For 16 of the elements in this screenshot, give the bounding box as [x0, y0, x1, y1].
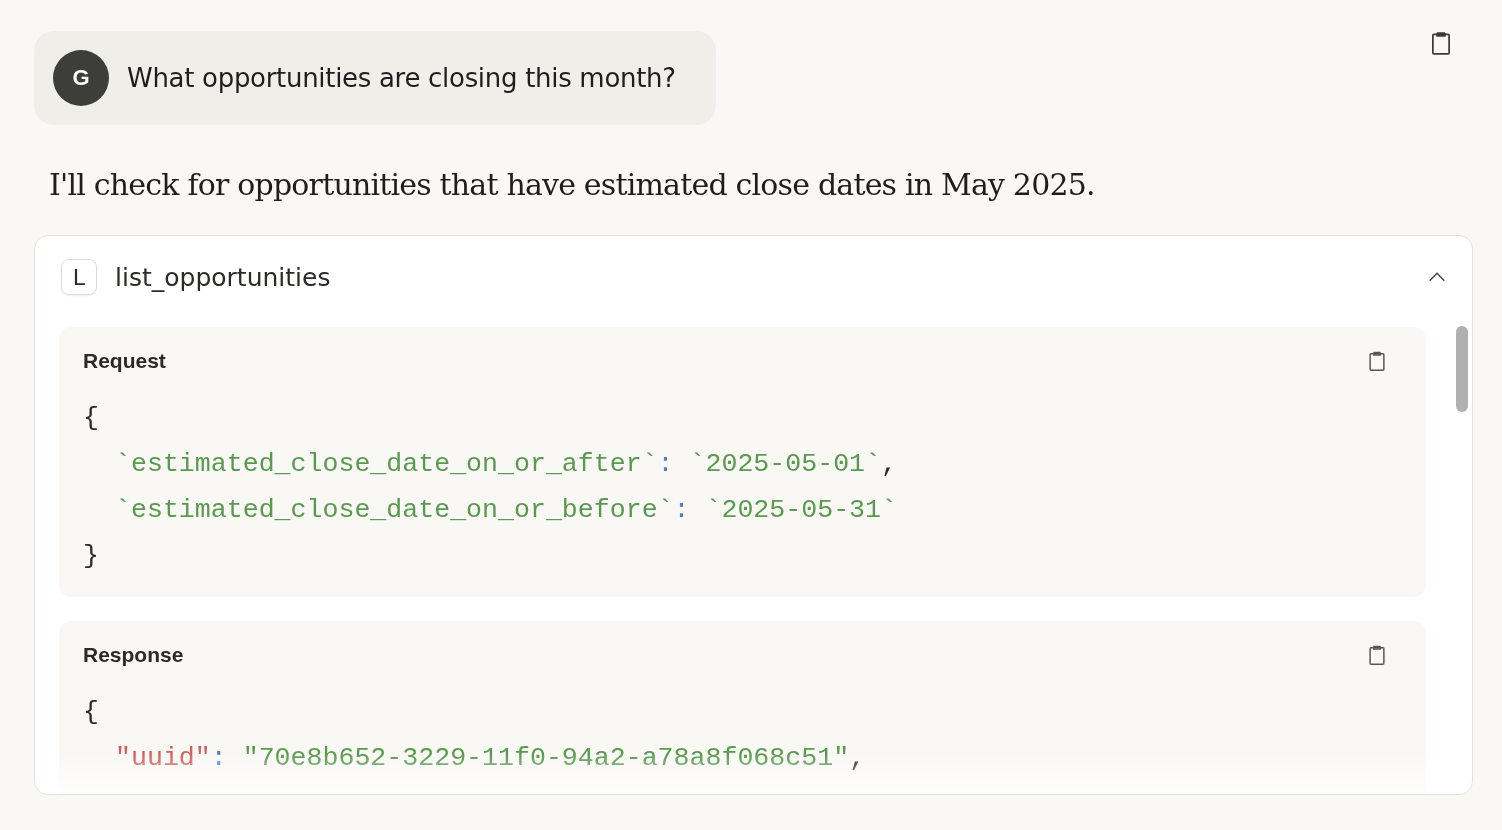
- scrollbar[interactable]: [1456, 326, 1468, 412]
- clipboard-icon[interactable]: [1366, 644, 1388, 666]
- code-line: "uuid": "70e8b652-3229-11f0-94a2-a78a8f068c51",: [115, 742, 866, 775]
- clipboard-icon[interactable]: [1366, 350, 1388, 372]
- tool-badge: L: [61, 259, 97, 295]
- section-title: Response: [83, 643, 184, 667]
- assistant-message: I'll check for opportunities that have estimated close dates in May 2025.: [49, 167, 1096, 203]
- user-avatar: G: [53, 50, 109, 106]
- tool-name: list_opportunities: [115, 262, 332, 292]
- code-line: }: [83, 540, 99, 573]
- code-line: `estimated_close_date_on_or_after`: `2025-05-01`,: [115, 448, 897, 481]
- code-line: {: [83, 402, 99, 435]
- code-line: {: [83, 696, 99, 729]
- code-line: `estimated_close_date_on_or_before`: `2025-05-31`: [115, 494, 897, 527]
- user-message: What opportunities are closing this month?: [127, 63, 676, 93]
- section-title: Request: [83, 349, 166, 373]
